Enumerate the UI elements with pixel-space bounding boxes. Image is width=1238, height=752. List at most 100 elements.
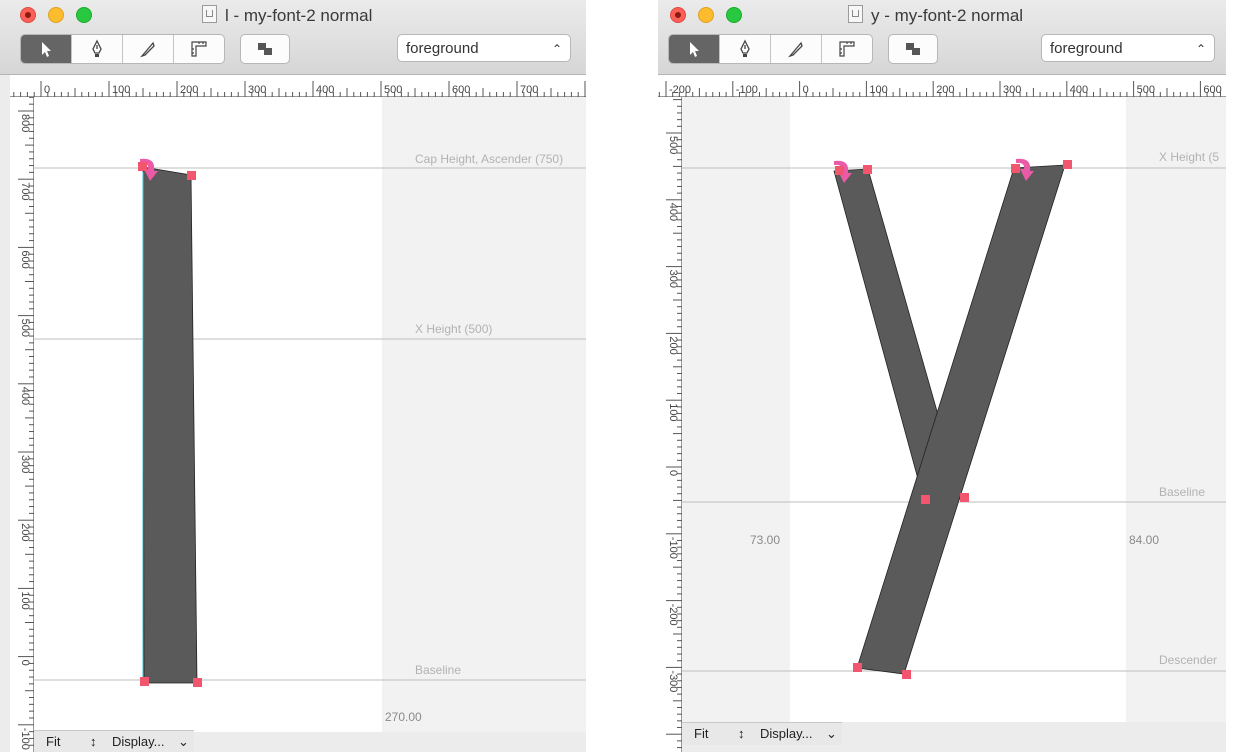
knife-icon bbox=[788, 41, 803, 58]
zoom-select[interactable]: Fit bbox=[694, 726, 708, 741]
point-handle[interactable] bbox=[140, 677, 149, 686]
glyph-view[interactable]: X Height (5 Baseline Descender 73.00 84.… bbox=[682, 97, 1226, 722]
ruler-tick-label: 0 bbox=[44, 84, 50, 96]
ruler-tick-label: 700 bbox=[520, 84, 538, 96]
right-margin-area bbox=[382, 97, 586, 732]
ruler-tick-label: 800 bbox=[19, 114, 31, 132]
ruler-icon bbox=[839, 41, 855, 57]
point-handle[interactable] bbox=[193, 678, 202, 687]
chevron-down-icon: ⌄ bbox=[178, 734, 189, 749]
ruler-icon bbox=[191, 41, 207, 57]
ruler-tick-label: 100 bbox=[19, 591, 31, 609]
document-icon bbox=[848, 5, 863, 23]
baseline-label: Baseline bbox=[1159, 485, 1205, 499]
glyph-window-y: y - my-font-2 normal foreground ⌃ -200 -1… bbox=[658, 0, 1226, 752]
ruler-tick-label: 200 bbox=[19, 523, 31, 541]
title-bar[interactable]: y - my-font-2 normal foreground ⌃ bbox=[658, 0, 1226, 75]
point-handle[interactable] bbox=[835, 166, 844, 175]
zoom-button[interactable] bbox=[726, 7, 742, 23]
pen-tool-button[interactable] bbox=[72, 35, 123, 63]
ruler-tick-label: 300 bbox=[667, 270, 679, 288]
layer-select[interactable]: foreground ⌃ bbox=[397, 34, 571, 62]
point-handle[interactable] bbox=[960, 493, 969, 502]
x-height-label: X Height (500) bbox=[415, 322, 492, 336]
window-title-text: l - my-font-2 normal bbox=[225, 6, 373, 25]
close-button[interactable] bbox=[20, 7, 36, 23]
ruler-tick-label: 400 bbox=[316, 84, 334, 96]
layer-select-value: foreground bbox=[1050, 40, 1123, 57]
horizontal-ruler[interactable]: 0 100 200 300 400 500 600 700 bbox=[10, 75, 586, 97]
cap-height-label: Cap Height, Ascender (750) bbox=[415, 152, 563, 166]
ruler-tick-label: 700 bbox=[19, 182, 31, 200]
layers-icon bbox=[906, 43, 920, 55]
ruler-tick-label: 0 bbox=[667, 470, 679, 476]
x-height-label: X Height (5 bbox=[1159, 150, 1219, 164]
pen-tool-button[interactable] bbox=[720, 35, 771, 63]
select-tool-button[interactable] bbox=[21, 35, 72, 63]
vertical-ruler[interactable]: 800 700 600 500 400 300 200 100 0 -100 bbox=[10, 97, 34, 752]
minimize-button[interactable] bbox=[698, 7, 714, 23]
bottom-bar: Fit ↕ Display... ⌄ bbox=[34, 730, 194, 752]
layers-button[interactable] bbox=[240, 34, 290, 64]
window-title: l - my-font-2 normal bbox=[202, 5, 372, 26]
ruler-tick-label: 0 bbox=[19, 660, 31, 666]
zoom-button[interactable] bbox=[76, 7, 92, 23]
ruler-tick-label: 200 bbox=[180, 84, 198, 96]
layer-select[interactable]: foreground ⌃ bbox=[1041, 34, 1215, 62]
title-bar[interactable]: l - my-font-2 normal foreground ⌃ bbox=[0, 0, 586, 75]
ruler-tick-label: 0 bbox=[803, 84, 809, 96]
display-menu[interactable]: Display... bbox=[112, 734, 165, 749]
ruler-tick-label: 500 bbox=[19, 319, 31, 337]
point-handle[interactable] bbox=[921, 495, 930, 504]
glyph-canvas[interactable]: Cap Height, Ascender (750) X Height (500… bbox=[34, 97, 586, 732]
knife-tool-button[interactable] bbox=[771, 35, 822, 63]
close-button[interactable] bbox=[670, 7, 686, 23]
knife-icon bbox=[140, 41, 155, 58]
ruler-tick-label: 300 bbox=[1003, 84, 1021, 96]
pointer-icon bbox=[42, 42, 51, 57]
ruler-tick-label: 400 bbox=[1070, 84, 1088, 96]
document-icon bbox=[202, 5, 217, 23]
pen-icon bbox=[740, 39, 750, 57]
right-margin-area bbox=[1126, 97, 1226, 722]
chevron-updown-icon: ⌃ bbox=[551, 42, 562, 56]
ruler-tick-label: -100 bbox=[667, 537, 679, 559]
ruler-tick-label: 100 bbox=[667, 403, 679, 421]
layers-button[interactable] bbox=[888, 34, 938, 64]
chevron-updown-icon: ↕ bbox=[738, 726, 745, 741]
vertical-ruler[interactable]: 500 400 300 200 100 0 -100 -200 -300 bbox=[658, 97, 682, 752]
baseline-label: Baseline bbox=[415, 663, 461, 677]
measure-tool-button[interactable] bbox=[174, 35, 224, 63]
ruler-tick-label: -200 bbox=[667, 604, 679, 626]
minimize-button[interactable] bbox=[48, 7, 64, 23]
glyph-canvas[interactable]: X Height (5 Baseline Descender 73.00 84.… bbox=[682, 97, 1226, 722]
zoom-select[interactable]: Fit bbox=[46, 734, 60, 749]
advance-width-label: 270.00 bbox=[385, 710, 422, 724]
ruler-tick-label: 600 bbox=[1203, 84, 1221, 96]
descender-label: Descender bbox=[1159, 653, 1217, 667]
ruler-tick-label: -100 bbox=[19, 728, 31, 750]
ruler-tick-label: -300 bbox=[667, 670, 679, 692]
layers-icon bbox=[258, 43, 272, 55]
point-handle[interactable] bbox=[902, 670, 911, 679]
point-handle[interactable] bbox=[1063, 160, 1072, 169]
point-handle[interactable] bbox=[187, 171, 196, 180]
ruler-tick-label: 500 bbox=[1137, 84, 1155, 96]
point-handle[interactable] bbox=[863, 165, 872, 174]
glyph-contour-l[interactable] bbox=[142, 166, 198, 684]
ruler-tick-label: 400 bbox=[19, 387, 31, 405]
layer-select-value: foreground bbox=[406, 40, 479, 57]
chevron-updown-icon: ⌃ bbox=[1195, 42, 1206, 56]
point-handle[interactable] bbox=[1011, 164, 1020, 173]
point-handle[interactable] bbox=[138, 162, 147, 171]
point-handle[interactable] bbox=[853, 663, 862, 672]
horizontal-ruler[interactable]: -200 -100 0 100 200 300 400 500 600 bbox=[658, 75, 1226, 97]
select-tool-button[interactable] bbox=[669, 35, 720, 63]
ruler-tick-label: 600 bbox=[452, 84, 470, 96]
glyph-view[interactable]: Cap Height, Ascender (750) X Height (500… bbox=[34, 97, 586, 732]
knife-tool-button[interactable] bbox=[123, 35, 174, 63]
display-menu[interactable]: Display... bbox=[760, 726, 813, 741]
measure-tool-button[interactable] bbox=[822, 35, 872, 63]
ruler-tick-label: 500 bbox=[384, 84, 402, 96]
ruler-tick-label: 100 bbox=[112, 84, 130, 96]
